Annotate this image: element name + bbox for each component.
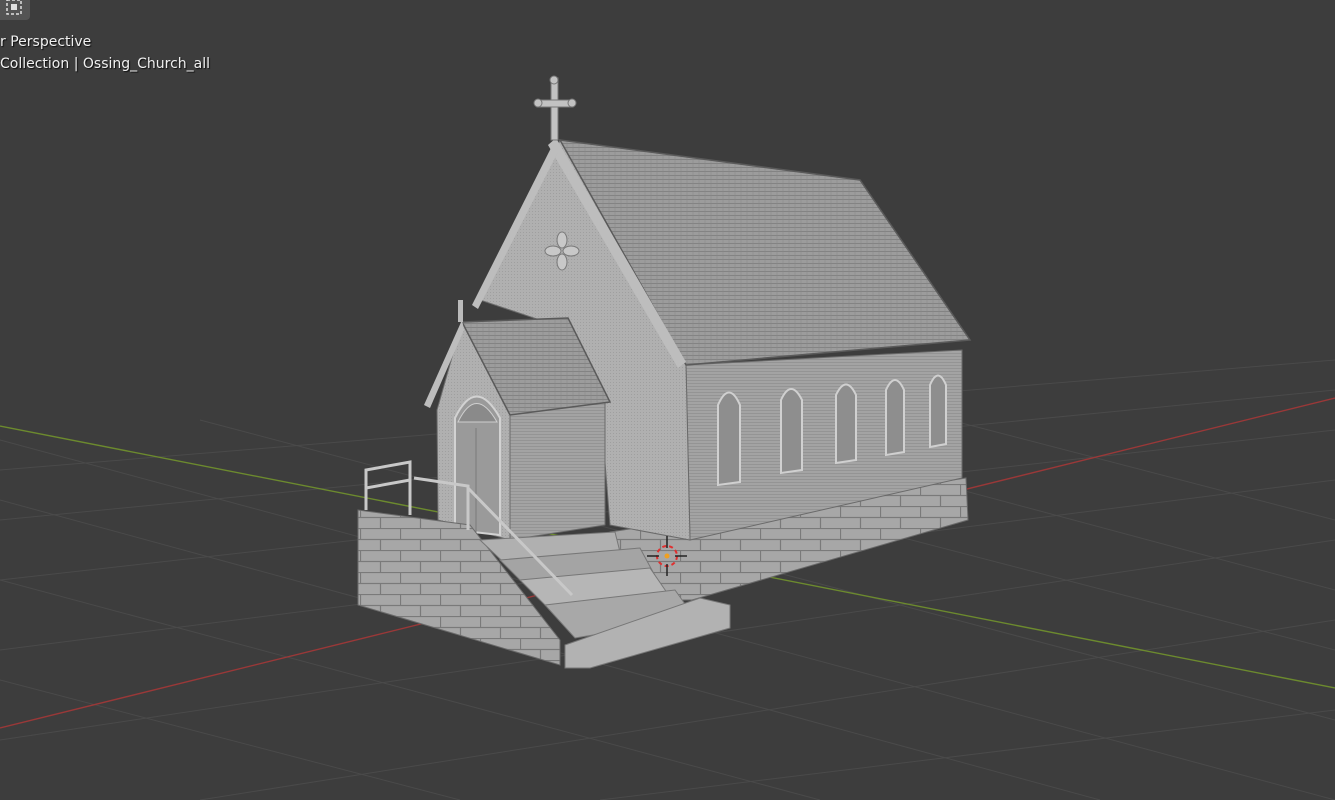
3d-viewport[interactable]: r Perspective Collection | Ossing_Church… (0, 0, 1335, 800)
collection-separator: | (73, 56, 79, 72)
select-box-icon (6, 0, 22, 15)
church-model[interactable] (357, 75, 972, 669)
active-object-name: Ossing_Church_all (82, 56, 211, 72)
cross-icon (533, 75, 577, 141)
viewport-scene[interactable] (0, 0, 1335, 800)
view-name-label: r Perspective (0, 34, 92, 50)
collection-name: Collection (0, 56, 70, 72)
collection-info: Collection | Ossing_Church_all (0, 56, 210, 72)
select-box-button[interactable] (0, 0, 30, 20)
